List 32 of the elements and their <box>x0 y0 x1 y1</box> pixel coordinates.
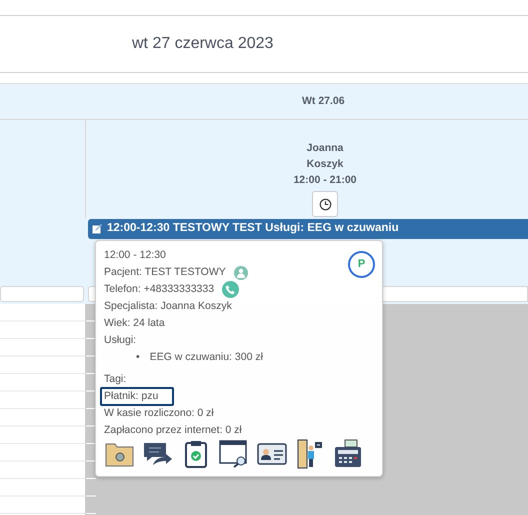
forward-message-icon[interactable] <box>143 441 173 467</box>
cash-register-icon[interactable] <box>333 439 363 469</box>
popover-text: Pacjent: TEST TESTOWY <box>104 264 226 280</box>
popover-text: Specjalista: Joanna Koszyk <box>104 298 232 314</box>
clock-button[interactable] <box>312 191 338 217</box>
person-icon <box>234 266 248 280</box>
window-search-icon[interactable] <box>219 440 249 468</box>
working-hours: 12:00 - 21:00 <box>293 173 357 188</box>
popover-text: Zapłacono przez internet: 0 zł <box>104 422 242 438</box>
specialist-first-name: Joanna <box>306 141 344 156</box>
clock-icon <box>318 198 332 210</box>
highlighted-text: Płatnik: pzu <box>100 386 174 406</box>
popover-text: Usługi: <box>104 332 136 348</box>
day-label: Wt 27.06 <box>302 94 345 109</box>
appointment-time: 12:00 - 12:30 <box>104 248 166 263</box>
appointment-bar[interactable]: 12:00-12:30 TESTOWY TEST Usługi: EEG w czuwaniu <box>88 219 528 239</box>
appointment-title: 12:00-12:30 TESTOWY TEST Usługi: EEG w czuwaniu <box>107 221 399 236</box>
door-person-icon[interactable] <box>297 439 323 469</box>
id-card-icon[interactable] <box>257 442 287 466</box>
popover-text: Telefon: +48333333333 <box>104 282 214 297</box>
bullet-mark: • <box>136 350 140 365</box>
clipboard-check-icon[interactable] <box>185 440 207 468</box>
edit-icon <box>92 224 102 234</box>
specialist-last-name: Koszyk <box>306 157 344 172</box>
date-title: wt 27 czerwca 2023 <box>132 34 274 54</box>
popover-text: Wiek: 24 lata <box>104 316 165 331</box>
input-field[interactable] <box>0 286 84 302</box>
popover-text: W kasie rozliczono: 0 zł <box>104 406 214 421</box>
folder-icon[interactable] <box>105 441 135 467</box>
popover-text: Tagi: <box>104 372 126 387</box>
status-badge: P <box>348 251 375 278</box>
service-item: EEG w czuwaniu: 300 zł <box>150 350 263 365</box>
